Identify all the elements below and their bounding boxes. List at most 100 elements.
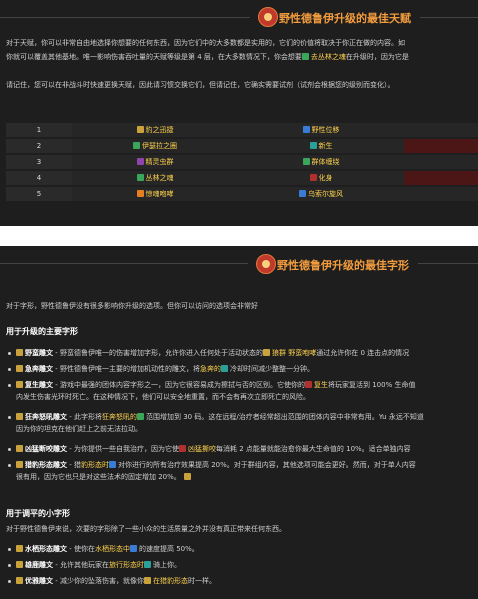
talents-para1-line1: 对于天赋，你可以非常自由地选择你想要的任何东西，因为它们中的大多数都是实用的，它… xyxy=(6,39,405,47)
glyph-desc: 范围增加到 30 码。这在远程/治疗者经常超出范围的团体内容中非常有用。Yu 永… xyxy=(145,413,424,421)
talent-choice-2[interactable]: 新生 xyxy=(238,138,404,155)
talent-choice-3[interactable] xyxy=(404,154,478,171)
glyph-name[interactable]: 复生雕文 xyxy=(25,381,53,389)
talent-icon xyxy=(302,126,310,133)
spell-link[interactable]: 复生 xyxy=(314,381,328,389)
table-row: 1 豹之迅捷 野性位移 xyxy=(6,123,478,139)
spell-link[interactable]: 急奔的 xyxy=(200,365,221,373)
talent-name: 化身 xyxy=(318,174,333,182)
talent-name: 伊瑟拉之圈 xyxy=(142,142,177,150)
glyph-desc: 时一样。 xyxy=(187,577,216,585)
talent-name: 精灵虫群 xyxy=(145,158,174,166)
glyph-icon xyxy=(183,473,191,480)
talent-choice-1[interactable]: 豹之迅捷 xyxy=(72,123,238,139)
glyph-name[interactable]: 水栖形态雕文 xyxy=(25,545,67,553)
list-item: 优雅雕文 - 减少你的坠落伤害，就像你 在猎豹形态时一样。 xyxy=(8,575,478,587)
glyph-icon xyxy=(16,381,23,388)
talents-para1-line2: 你就可以覆盖其他基地。唯一影响伤害吞吐量的天赋等级是第 4 层，在大多数情况下，… xyxy=(6,50,478,64)
spell-link[interactable]: 狼群 野蛮咆哮 xyxy=(272,349,316,357)
talent-tier-level: 3 xyxy=(6,154,72,171)
talent-choice-3-selected[interactable] xyxy=(404,138,478,155)
minor-glyphs-heading: 用于调平的小字形 xyxy=(6,509,70,518)
spell-link[interactable]: 凶猛撕咬 xyxy=(188,445,216,453)
list-item-body: 雄鹿雕文 - 允许其他玩家在旅行形态时 骑上你。 xyxy=(16,559,478,571)
glyph-desc: 冷却时间减少整整一分钟。 xyxy=(229,365,314,373)
talent-tier-level: 1 xyxy=(6,123,72,139)
talent-choice-1[interactable]: 精灵虫群 xyxy=(72,154,238,171)
list-item-body-line2: 因为你的坦克在他们赶上之前无法拉动。 xyxy=(16,425,142,433)
glyph-icon xyxy=(16,365,23,372)
glyph-desc: 骑上你。 xyxy=(152,561,181,569)
talents-title: 野性德鲁伊升级的最佳天赋 xyxy=(279,12,411,25)
spell-link[interactable]: 豹形态时 xyxy=(81,461,109,469)
list-item-body: 凶猛断咬雕文 - 为你提供一些自我治疗，因为它使 凶猛撕咬每消耗 2 点能量就能治… xyxy=(16,443,478,455)
bullet-dot xyxy=(8,416,11,419)
talents-panel: 野性德鲁伊升级的最佳天赋 对于天赋，你可以非常自由地选择你想要的任何东西，因为它… xyxy=(0,0,478,226)
talent-icon xyxy=(136,190,144,197)
spell-link[interactable]: 水栖形态中 xyxy=(95,545,130,553)
list-item-body: 复生雕文 - 游戏中最强的团体内容字形之一，因为它很容易成为擦拭与否的区别。它使… xyxy=(16,379,478,391)
talent-choice-2[interactable]: 乌索尔旋风 xyxy=(238,186,404,203)
list-item-body-line2: 内发生伤害光环时死亡。在这种情况下，他们可以安全地重置，而不会有再次立即死亡的风… xyxy=(16,393,310,401)
talent-choice-3-selected[interactable] xyxy=(404,170,478,187)
table-row: 3 精灵虫群 群体缠绕 xyxy=(6,154,478,171)
talent-choice-1[interactable]: 惊魂咆哮 xyxy=(72,186,238,203)
glyph-desc: - 猎 xyxy=(67,461,81,469)
list-item: 急奔雕文 - 野性德鲁伊唯一主要的增加机动性的雕文，将急奔的 冷却时间减少整整一分… xyxy=(8,363,478,375)
spell-icon xyxy=(143,561,151,568)
glyph-desc: 的速度提高 50%。 xyxy=(138,545,199,553)
talent-icon xyxy=(309,142,317,149)
table-row: 2 伊瑟拉之圈 新生 xyxy=(6,138,478,155)
glyph-name[interactable]: 凶猛断咬雕文 xyxy=(25,445,67,453)
spell-icon xyxy=(108,461,116,468)
talent-choice-1[interactable]: 伊瑟拉之圈 xyxy=(72,138,238,155)
talent-choice-2[interactable]: 群体缠绕 xyxy=(238,154,404,171)
list-item: 凶猛断咬雕文 - 为你提供一些自我治疗，因为它使 凶猛撕咬每消耗 2 点能量就能治… xyxy=(8,443,478,455)
talent-choice-2[interactable]: 野性位移 xyxy=(238,123,404,139)
talent-tier-level: 2 xyxy=(6,138,72,155)
talent-icon xyxy=(136,126,144,133)
talent-choice-1[interactable]: 丛林之魂 xyxy=(72,170,238,187)
para-text: 在升级时，因为它是 xyxy=(345,53,409,61)
talent-icon xyxy=(309,174,317,181)
spell-link[interactable]: 狂奔怒吼的 xyxy=(102,413,137,421)
glyph-desc: 通过允许你在 0 连击点的情况 xyxy=(316,349,410,357)
list-item-body: 急奔雕文 - 野性德鲁伊唯一主要的增加机动性的雕文，将急奔的 冷却时间减少整整一分… xyxy=(16,363,478,375)
talent-name: 乌索尔旋风 xyxy=(308,190,343,198)
table-row: 5 惊魂咆哮 乌索尔旋风 xyxy=(6,186,478,203)
list-item: 野蛮雕文 - 野蛮德鲁伊唯一的伤害增加字形，允许你进入任何处于活动状态的 狼群 野… xyxy=(8,347,478,359)
bullet-dot xyxy=(8,564,11,567)
glyphs-title: 野性德鲁伊升级的最佳字形 xyxy=(277,259,409,272)
talent-tier-level: 5 xyxy=(6,186,72,203)
glyph-name[interactable]: 雄鹿雕文 xyxy=(25,561,53,569)
druid-emblem-icon xyxy=(256,254,276,274)
glyph-name[interactable]: 猎豹形态雕文 xyxy=(25,461,67,469)
list-item-body-line2: 很有用，因为它也只是对这些法术的固定增加 20%。 xyxy=(16,471,478,483)
talents-para2: 请记住，您可以在非战斗时快速更换天赋，因此请习惯交换它们，但请记住，它确实需要试… xyxy=(6,81,395,89)
glyph-desc: - 为你提供一些自我治疗，因为它使 xyxy=(67,445,179,453)
talent-choice-3[interactable] xyxy=(404,123,478,139)
glyph-name[interactable]: 狂奔怒吼雕文 xyxy=(25,413,67,421)
talent-link-soul-of-forest[interactable]: 去丛林之魂 xyxy=(311,53,346,61)
list-item-body: 猎豹形态雕文 - 猎豹形态时 对你进行的所有治疗效果提高 20%。对于群组内容，其… xyxy=(16,459,478,471)
list-item-body: 狂奔怒吼雕文 - 此字形将狂奔怒吼的 范围增加到 30 码。这在远程/治疗者经常超… xyxy=(16,411,478,423)
talent-choice-3[interactable] xyxy=(404,186,478,203)
minor-glyphs-intro: 对于野性德鲁伊来说，次要的字形除了一些小众的生活质量之外并没有真正带来任何东西。 xyxy=(6,525,286,533)
bullet-dot xyxy=(8,352,11,355)
glyph-name[interactable]: 野蛮雕文 xyxy=(25,349,53,357)
glyph-name[interactable]: 优雅雕文 xyxy=(25,577,53,585)
talent-tier-level: 4 xyxy=(6,170,72,187)
spell-link[interactable]: 在猎豹形态 xyxy=(153,577,188,585)
spell-icon xyxy=(143,577,151,584)
spell-icon xyxy=(304,381,312,388)
glyph-name[interactable]: 急奔雕文 xyxy=(25,365,53,373)
spell-link[interactable]: 旅行形态时 xyxy=(109,561,144,569)
spell-icon xyxy=(178,445,186,452)
title-divider-left xyxy=(0,263,248,264)
glyph-icon xyxy=(16,561,23,568)
talent-choice-2[interactable]: 化身 xyxy=(238,170,404,187)
talent-name: 豹之迅捷 xyxy=(145,126,174,134)
list-item: 猎豹形态雕文 - 猎豹形态时 对你进行的所有治疗效果提高 20%。对于群组内容，其… xyxy=(8,459,478,483)
glyphs-title-bar: 野性德鲁伊升级的最佳字形 xyxy=(0,246,478,280)
glyph-desc: - 此字形将 xyxy=(67,413,102,421)
